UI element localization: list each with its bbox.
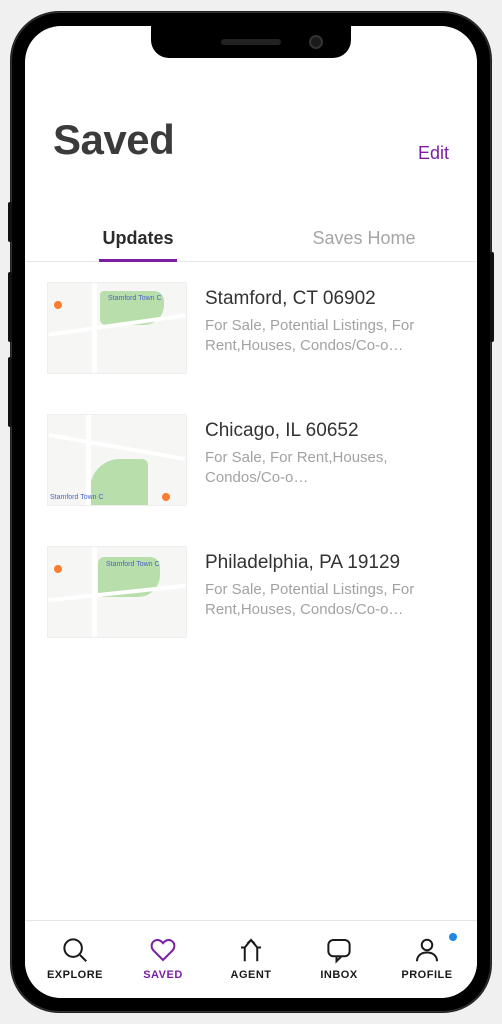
item-info: Philadelphia, PA 19129 For Sale, Potenti… (205, 546, 455, 638)
nav-label: SAVED (143, 969, 183, 981)
notch (151, 26, 351, 58)
saved-list[interactable]: Stamford Town C Stamford, CT 06902 For S… (25, 262, 477, 920)
item-location: Chicago, IL 60652 (205, 420, 455, 442)
screen: Saved Edit Updates Saves Home Stamford T… (25, 26, 477, 998)
nav-inbox[interactable]: INBOX (295, 935, 383, 981)
nav-label: EXPLORE (47, 969, 103, 981)
tabs: Updates Saves Home (25, 214, 477, 262)
map-thumbnail: Stamford Town C (47, 546, 187, 638)
item-location: Philadelphia, PA 19129 (205, 552, 455, 574)
item-info: Chicago, IL 60652 For Sale, For Rent,Hou… (205, 414, 455, 506)
phone-frame: Saved Edit Updates Saves Home Stamford T… (11, 12, 491, 1012)
tab-updates[interactable]: Updates (25, 214, 251, 261)
map-thumbnail: Stamford Town C (47, 414, 187, 506)
nav-label: INBOX (320, 969, 357, 981)
map-thumbnail: Stamford Town C (47, 282, 187, 374)
chat-icon (324, 935, 354, 965)
item-info: Stamford, CT 06902 For Sale, Potential L… (205, 282, 455, 374)
tab-saves-home[interactable]: Saves Home (251, 214, 477, 261)
nav-agent[interactable]: AGENT (207, 935, 295, 981)
item-location: Stamford, CT 06902 (205, 288, 455, 310)
heart-icon (148, 935, 178, 965)
list-item[interactable]: Stamford Town C Philadelphia, PA 19129 F… (25, 526, 477, 658)
item-description: For Sale, For Rent,Houses, Condos/Co-o… (205, 448, 455, 489)
profile-icon (412, 935, 442, 965)
nav-label: AGENT (231, 969, 272, 981)
notification-dot-icon (449, 933, 457, 941)
item-description: For Sale, Potential Listings, For Rent,H… (205, 580, 455, 621)
search-icon (60, 935, 90, 965)
nav-label: PROFILE (401, 969, 452, 981)
map-label: Stamford Town C (108, 295, 162, 302)
item-description: For Sale, Potential Listings, For Rent,H… (205, 316, 455, 357)
bottom-nav: EXPLORE SAVED AGENT INBOX PROFILE (25, 920, 477, 998)
page-title: Saved (53, 116, 174, 164)
nav-explore[interactable]: EXPLORE (31, 935, 119, 981)
agent-icon (236, 935, 266, 965)
edit-button[interactable]: Edit (418, 143, 449, 164)
nav-saved[interactable]: SAVED (119, 935, 207, 981)
nav-profile[interactable]: PROFILE (383, 935, 471, 981)
map-label: Stamford Town C (50, 494, 104, 501)
map-label: Stamford Town C (106, 561, 160, 568)
list-item[interactable]: Stamford Town C Stamford, CT 06902 For S… (25, 262, 477, 394)
list-item[interactable]: Stamford Town C Chicago, IL 60652 For Sa… (25, 394, 477, 526)
